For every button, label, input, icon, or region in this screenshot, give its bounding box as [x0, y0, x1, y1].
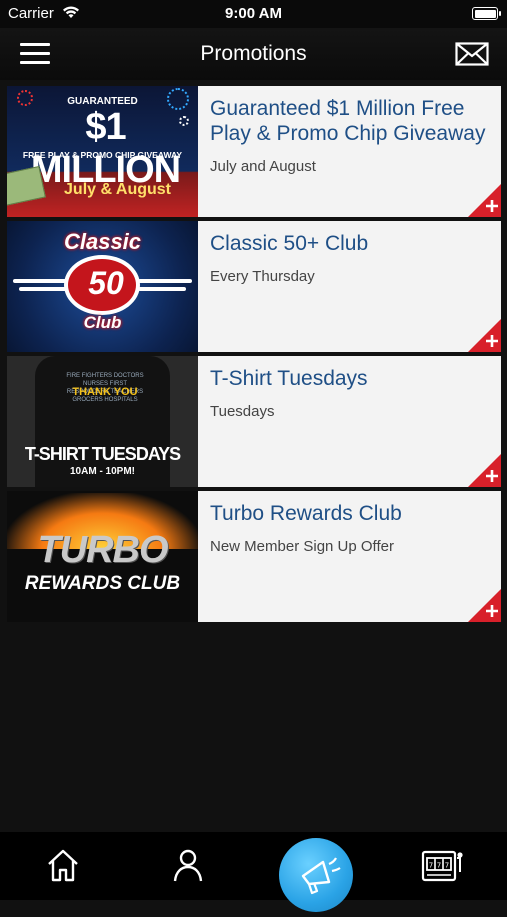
promotion-subtitle: July and August	[210, 158, 316, 175]
page-title: Promotions	[200, 42, 307, 65]
promotion-card-classic[interactable]: 50 Classic Club Classic 50+ Club Every T…	[7, 221, 501, 352]
svg-text:7: 7	[429, 862, 433, 870]
image-text: July & August	[64, 181, 171, 198]
image-text: REWARDS CLUB	[24, 573, 181, 594]
promotion-image-tshirt: FIRE FIGHTERS DOCTORS NURSES FIRST RESPO…	[7, 356, 198, 487]
battery-icon	[472, 7, 501, 20]
image-text: FREE PLAY & PROMO CHIP GIVEAWAY	[22, 150, 183, 160]
promotion-image-turbo: TURBO REWARDS CLUB	[7, 491, 198, 622]
expand-plus-icon[interactable]	[468, 184, 501, 217]
promotion-title: Turbo Rewards Club	[210, 502, 402, 525]
image-text: Club	[83, 313, 122, 332]
tab-bar: 7 7 7	[0, 832, 507, 912]
mail-icon[interactable]	[455, 42, 489, 66]
promotion-title: T-Shirt Tuesdays	[210, 367, 368, 390]
image-text: 10AM - 10PM!	[69, 466, 135, 477]
promotion-card-million[interactable]: GUARANTEED $1 MILLION FREE PLAY & PROMO …	[7, 86, 501, 217]
svg-text:7: 7	[437, 862, 441, 870]
promotion-details: Turbo Rewards Club New Member Sign Up Of…	[198, 491, 501, 622]
clock: 9:00 AM	[225, 5, 282, 22]
image-text: T-SHIRT TUESDAYS	[24, 444, 181, 464]
promotion-subtitle: Tuesdays	[210, 403, 275, 420]
promotion-subtitle: New Member Sign Up Offer	[210, 538, 394, 555]
image-text: THANK YOU	[72, 386, 138, 398]
profile-icon[interactable]	[168, 846, 208, 886]
image-text: TURBO	[37, 529, 168, 571]
image-text: 50	[88, 265, 124, 301]
promotions-list: GUARANTEED $1 MILLION FREE PLAY & PROMO …	[7, 86, 501, 626]
promotion-title: Classic 50+ Club	[210, 232, 369, 255]
expand-plus-icon[interactable]	[468, 454, 501, 487]
promotion-image-million: GUARANTEED $1 MILLION FREE PLAY & PROMO …	[7, 86, 198, 217]
promotion-details: Classic 50+ Club Every Thursday	[198, 221, 501, 352]
megaphone-icon	[301, 857, 341, 895]
promotion-card-turbo[interactable]: TURBO REWARDS CLUB Turbo Rewards Club Ne…	[7, 491, 501, 622]
slot-machine-icon[interactable]: 7 7 7	[421, 846, 463, 886]
status-bar: Carrier 9:00 AM	[0, 0, 507, 28]
navigation-bar: Promotions	[0, 28, 507, 80]
promotions-button[interactable]	[279, 838, 353, 912]
promotion-subtitle: Every Thursday	[210, 268, 315, 285]
promotion-card-tshirt[interactable]: FIRE FIGHTERS DOCTORS NURSES FIRST RESPO…	[7, 356, 501, 487]
home-icon[interactable]	[43, 846, 83, 886]
promotion-image-classic: 50 Classic Club	[7, 221, 198, 352]
promotion-details: Guaranteed $1 Million Free Play & Promo …	[198, 86, 501, 217]
promotion-details: T-Shirt Tuesdays Tuesdays	[198, 356, 501, 487]
svg-text:7: 7	[445, 862, 449, 870]
promotion-title: Guaranteed $1 Million Free Play & Promo …	[210, 97, 486, 145]
image-text: Classic	[63, 229, 142, 254]
expand-plus-icon[interactable]	[468, 319, 501, 352]
expand-plus-icon[interactable]	[468, 589, 501, 622]
